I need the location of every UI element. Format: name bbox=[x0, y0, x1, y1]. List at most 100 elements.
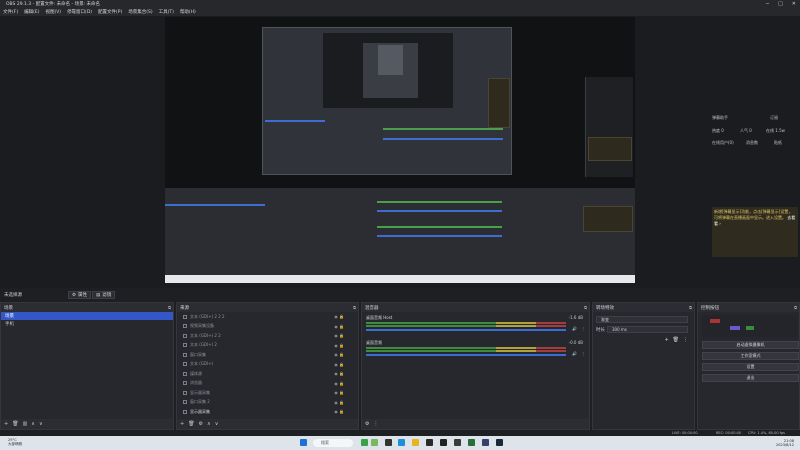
folder-icon[interactable] bbox=[412, 439, 419, 446]
visibility-lock-icons[interactable]: ◉ 🔒 bbox=[334, 390, 344, 395]
move-up-icon[interactable]: ∧ bbox=[31, 421, 35, 427]
app-icon[interactable] bbox=[454, 439, 461, 446]
channel-db: -1.6 dB bbox=[568, 315, 583, 320]
more-icon[interactable]: ⋮ bbox=[581, 351, 585, 356]
move-down-icon[interactable]: ∨ bbox=[215, 421, 219, 427]
source-item[interactable]: 文本 (GDI+) 2 ◉ 🔒 bbox=[177, 341, 358, 351]
source-item[interactable]: 文本 (GDI+) 2 2 2 ◉ 🔒 bbox=[177, 312, 358, 322]
menu-help[interactable]: 帮助(H) bbox=[180, 9, 196, 15]
visibility-lock-icons[interactable]: ◉ 🔒 bbox=[334, 333, 344, 338]
source-type-icon bbox=[183, 362, 187, 367]
weather-widget[interactable]: 29°C 大部晴朗 bbox=[8, 438, 22, 446]
visibility-lock-icons[interactable]: ◉ 🔒 bbox=[334, 362, 344, 367]
more-icon[interactable]: ⋮ bbox=[581, 326, 585, 331]
scene-item[interactable]: 场景 bbox=[1, 312, 173, 320]
menu-scene-collection[interactable]: 场景集合(S) bbox=[128, 9, 152, 15]
visibility-lock-icons[interactable]: ◉ 🔒 bbox=[334, 343, 344, 348]
source-item[interactable]: 媒体源 ◉ 🔒 bbox=[177, 369, 358, 379]
volume-slider[interactable] bbox=[366, 329, 566, 331]
properties-button[interactable]: ⚙ 属性 bbox=[68, 291, 92, 299]
dock-float-icon[interactable]: ⧉ bbox=[168, 305, 171, 310]
app-icon[interactable] bbox=[385, 439, 392, 446]
dock-float-icon[interactable]: ⧉ bbox=[584, 305, 587, 310]
gear-icon: ⚙ bbox=[72, 292, 77, 298]
volume-meter bbox=[366, 325, 566, 327]
source-item[interactable]: 显示器采集 ◉ 🔒 bbox=[177, 388, 358, 398]
move-up-icon[interactable]: ∧ bbox=[207, 421, 211, 427]
source-item[interactable]: 文本 (GDI+) 2 2 ◉ 🔒 bbox=[177, 331, 358, 341]
source-type-icon bbox=[183, 371, 187, 376]
duration-input[interactable]: 300 ms bbox=[607, 326, 688, 333]
visibility-lock-icons[interactable]: ◉ 🔒 bbox=[334, 371, 344, 376]
gear-icon[interactable]: ⚙ bbox=[199, 421, 203, 427]
menu-profile[interactable]: 配置文件(P) bbox=[98, 9, 122, 15]
delete-icon[interactable]: 🗑 bbox=[673, 337, 679, 343]
close-icon[interactable]: ✕ bbox=[792, 1, 796, 7]
audio-mixer-dock: 混音器 ⧉ 桌面音频 Host -1.6 dB 🔊 ⋮ 桌面音频 -0.0 dB… bbox=[361, 302, 590, 430]
source-type-icon bbox=[183, 409, 187, 414]
visibility-lock-icons[interactable]: ◉ 🔒 bbox=[334, 352, 344, 357]
subscribe-button[interactable]: 订阅 bbox=[770, 115, 778, 121]
filters-button[interactable]: ▤ 滤镜 bbox=[92, 291, 116, 299]
app-icon[interactable] bbox=[426, 439, 433, 446]
dock-float-icon[interactable]: ⧉ bbox=[689, 305, 692, 310]
move-down-icon[interactable]: ∨ bbox=[39, 421, 43, 427]
no-source-label: 未选择源 bbox=[4, 293, 22, 298]
exit-button[interactable]: 退出 bbox=[702, 374, 799, 382]
app-icon[interactable] bbox=[482, 439, 489, 446]
more-icon[interactable]: ⋮ bbox=[683, 337, 688, 343]
dock-float-icon[interactable]: ⧉ bbox=[353, 305, 356, 310]
captured-docks bbox=[165, 188, 635, 275]
minimize-icon[interactable]: ─ bbox=[766, 1, 769, 7]
source-type-icon bbox=[183, 324, 187, 329]
source-item[interactable]: 视频采集设备 ◉ 🔒 bbox=[177, 322, 358, 332]
steam-icon[interactable] bbox=[496, 439, 503, 446]
obs-icon[interactable] bbox=[440, 439, 447, 446]
dock-float-icon[interactable]: ⧉ bbox=[794, 305, 797, 310]
taskbar-search[interactable]: 搜索 bbox=[313, 439, 353, 447]
settings-button[interactable]: 设置 bbox=[702, 363, 799, 371]
source-item[interactable]: 文本 (GDI+) ◉ 🔒 bbox=[177, 360, 358, 370]
volume-slider[interactable] bbox=[366, 354, 566, 356]
add-icon[interactable]: + bbox=[180, 421, 184, 427]
source-item[interactable]: 浏览器 ◉ 🔒 bbox=[177, 379, 358, 389]
scene-item[interactable]: 手机 bbox=[1, 320, 173, 328]
speaker-icon[interactable]: 🔊 bbox=[572, 351, 577, 356]
menu-edit[interactable]: 编辑(E) bbox=[24, 9, 39, 15]
edge-icon[interactable] bbox=[398, 439, 405, 446]
start-icon[interactable] bbox=[300, 439, 307, 446]
visibility-lock-icons[interactable]: ◉ 🔒 bbox=[334, 381, 344, 386]
maximize-icon[interactable]: □ bbox=[778, 1, 783, 7]
source-item[interactable]: 显示器采集 ◉ 🔒 bbox=[177, 407, 358, 417]
source-label: 窗口采集 bbox=[190, 351, 206, 357]
source-item[interactable]: 窗口采集 ◉ 🔒 bbox=[177, 350, 358, 360]
app-icon[interactable] bbox=[371, 439, 378, 446]
delete-icon[interactable]: 🗑 bbox=[188, 421, 194, 427]
visibility-lock-icons[interactable]: ◉ 🔒 bbox=[334, 400, 344, 405]
source-item[interactable]: 窗口采集 2 ◉ 🔒 bbox=[177, 398, 358, 408]
visibility-lock-icons[interactable]: ◉ 🔒 bbox=[334, 314, 344, 319]
menu-view[interactable]: 视图(V) bbox=[45, 9, 61, 15]
captured-taskbar bbox=[165, 275, 635, 283]
delete-icon[interactable]: 🗑 bbox=[12, 421, 18, 427]
menu-file[interactable]: 文件(F) bbox=[3, 9, 18, 15]
add-icon[interactable]: + bbox=[664, 337, 668, 343]
add-icon[interactable]: + bbox=[4, 421, 8, 427]
menu-tools[interactable]: 工具(T) bbox=[159, 9, 174, 15]
start-virtual-camera-button[interactable]: 启动虚拟摄像机 bbox=[702, 341, 799, 349]
speaker-icon[interactable]: 🔊 bbox=[572, 326, 577, 331]
system-tray-clock[interactable]: 21:08 2023/8/12 bbox=[776, 439, 794, 447]
menu-docks[interactable]: 停靠窗口(D) bbox=[67, 9, 92, 15]
gear-icon[interactable]: ⚙ bbox=[365, 421, 369, 427]
visibility-lock-icons[interactable]: ◉ 🔒 bbox=[334, 409, 344, 414]
app-icon[interactable] bbox=[361, 439, 368, 446]
more-icon[interactable]: ⋮ bbox=[373, 421, 378, 427]
visibility-lock-icons[interactable]: ◉ 🔒 bbox=[334, 324, 344, 329]
transition-select[interactable]: 渐变 bbox=[596, 316, 688, 323]
app-icon[interactable] bbox=[468, 439, 475, 446]
preview-canvas[interactable] bbox=[165, 17, 635, 283]
stream-plugin-widget[interactable] bbox=[702, 315, 797, 337]
filter-icon[interactable]: ▥ bbox=[23, 421, 28, 427]
live-status: LIVE: 00:00:00 bbox=[672, 431, 698, 435]
studio-mode-button[interactable]: 工作室模式 bbox=[702, 352, 799, 360]
